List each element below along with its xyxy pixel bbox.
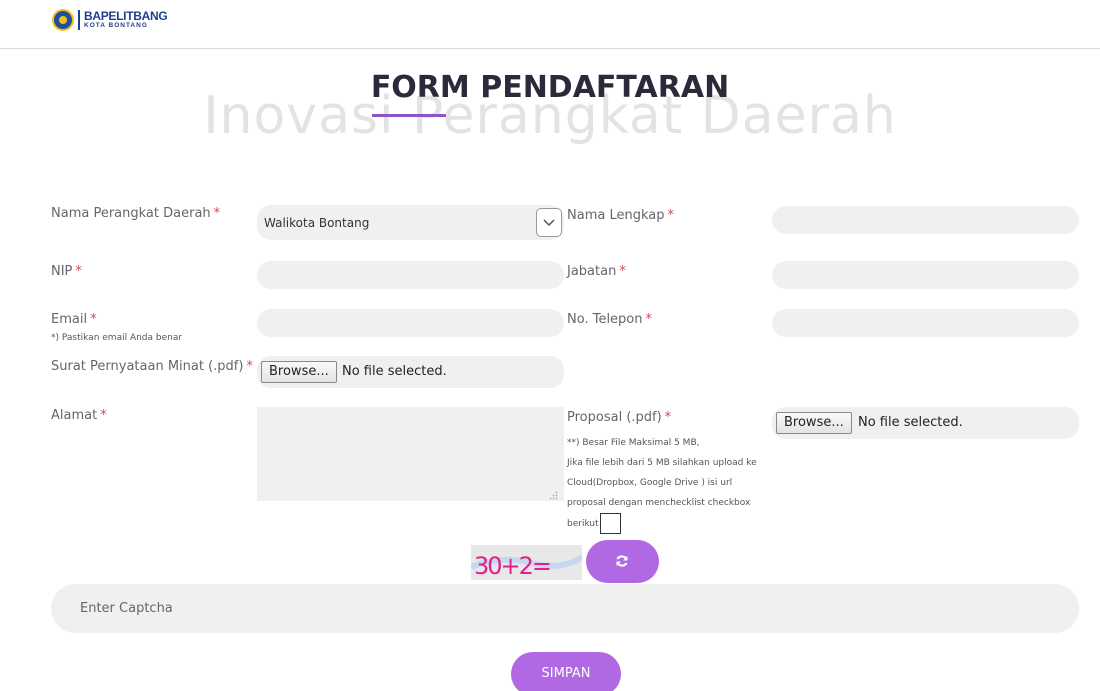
title-underline bbox=[372, 114, 446, 117]
submit-button[interactable]: SIMPAN bbox=[511, 652, 621, 691]
jabatan-label: Jabatan * bbox=[567, 264, 626, 279]
captcha-image: 30+2= bbox=[471, 545, 582, 580]
chevron-down-icon[interactable] bbox=[536, 208, 562, 237]
email-input[interactable] bbox=[257, 309, 564, 337]
nip-input[interactable] bbox=[257, 261, 564, 289]
site-logo[interactable]: BAPELITBANG KOTA BONTANG bbox=[52, 9, 168, 31]
captcha-input[interactable]: Enter Captcha bbox=[51, 584, 1079, 633]
proposal-notes: **) Besar File Maksimal 5 MB, Jika file … bbox=[567, 433, 757, 534]
proposal-label: Proposal (.pdf) * bbox=[567, 410, 672, 425]
proposal-note-line: proposal dengan menchecklist checkbox bbox=[567, 498, 751, 508]
browse-button[interactable]: Browse... bbox=[261, 361, 337, 383]
perangkat-daerah-select[interactable]: Walikota Bontang bbox=[257, 205, 564, 240]
refresh-captcha-button[interactable] bbox=[586, 540, 659, 583]
no-telepon-input[interactable] bbox=[772, 309, 1079, 337]
nama-perangkat-daerah-label: Nama Perangkat Daerah * bbox=[51, 206, 221, 221]
browse-button[interactable]: Browse... bbox=[776, 412, 852, 434]
nip-label: NIP * bbox=[51, 264, 82, 279]
email-hint: *) Pastikan email Anda benar bbox=[51, 333, 183, 343]
logo-subtitle: KOTA BONTANG bbox=[84, 22, 148, 30]
surat-pernyataan-file-input[interactable]: Browse... No file selected. bbox=[257, 356, 564, 388]
nama-lengkap-input[interactable] bbox=[772, 206, 1079, 234]
jabatan-input[interactable] bbox=[772, 261, 1079, 289]
top-navbar: BAPELITBANG KOTA BONTANG bbox=[0, 0, 1100, 49]
proposal-note-line: Cloud(Dropbox, Google Drive ) isi url bbox=[567, 478, 733, 488]
file-status: No file selected. bbox=[858, 415, 963, 430]
alamat-label: Alamat * bbox=[51, 408, 107, 423]
captcha-text: 30+2= bbox=[474, 552, 550, 580]
proposal-note-last-line: berikut bbox=[567, 513, 757, 534]
resize-grip-icon[interactable] bbox=[549, 485, 558, 500]
cloud-url-checkbox[interactable] bbox=[599, 513, 621, 534]
proposal-file-input[interactable]: Browse... No file selected. bbox=[772, 407, 1079, 439]
file-status: No file selected. bbox=[342, 364, 447, 379]
no-telepon-label: No. Telepon * bbox=[567, 312, 652, 327]
surat-pernyataan-label: Surat Pernyataan Minat (.pdf) * bbox=[51, 359, 253, 374]
logo-title: BAPELITBANG bbox=[84, 9, 168, 24]
alamat-textarea[interactable] bbox=[257, 407, 564, 501]
proposal-note-line: **) Besar File Maksimal 5 MB, bbox=[567, 438, 700, 448]
refresh-icon bbox=[616, 555, 628, 567]
email-label: Email * bbox=[51, 312, 97, 327]
page-title: FORM PENDAFTARAN bbox=[370, 70, 730, 105]
nama-lengkap-label: Nama Lengkap * bbox=[567, 208, 674, 223]
proposal-note-line: Jika file lebih dari 5 MB silahkan uploa… bbox=[567, 458, 757, 468]
select-value: Walikota Bontang bbox=[264, 216, 370, 230]
emblem-icon bbox=[52, 9, 74, 31]
